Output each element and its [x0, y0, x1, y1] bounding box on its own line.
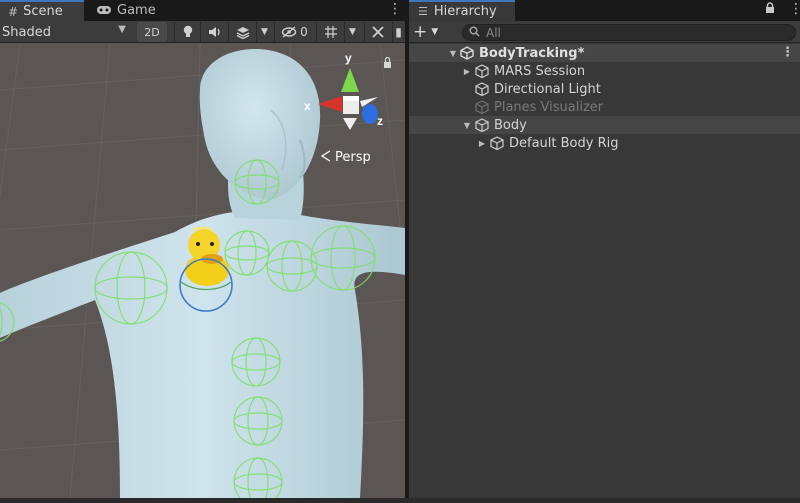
audio-toggle-button[interactable] [200, 22, 228, 42]
lock-icon[interactable] [765, 2, 775, 17]
hierarchy-search [462, 24, 796, 41]
item-label: Directional Light [494, 81, 601, 97]
foldout-collapsed-icon: ▶ [463, 66, 471, 76]
tab-game[interactable]: Game [88, 0, 158, 21]
lightbulb-icon [183, 25, 192, 37]
gameobject-cube-icon [475, 100, 489, 114]
foldout-expanded-icon: ▼ [449, 48, 457, 58]
hierarchy-item-planes-visualizer[interactable]: Planes Visualizer [409, 98, 800, 116]
hierarchy-window-menu-icon[interactable]: ⋮ [789, 1, 800, 17]
gizmo-tools-button[interactable] [364, 22, 390, 42]
tools-icon [371, 26, 384, 38]
item-label: MARS Session [494, 63, 586, 79]
scene-visibility-toggle[interactable]: 0 [274, 22, 314, 42]
gameobject-cube-icon [475, 82, 489, 96]
projection-label: Persp [335, 150, 371, 165]
scene-viewport[interactable]: y x z Persp [0, 44, 405, 498]
2d-toggle-button[interactable]: 2D [137, 22, 167, 42]
lighting-toggle-button[interactable] [174, 22, 200, 42]
hierarchy-tree: ▼ BodyTracking* ⋮ ▶ MARS Session Directi… [409, 44, 800, 152]
scene-window: # Scene Game ⋮ Shaded ▼ 2D ▼ 0 ▼ ▮ y x z… [0, 0, 405, 498]
hierarchy-toolbar: + ▼ [409, 21, 800, 43]
gizmo-axis-y-label: y [345, 51, 352, 65]
search-icon [469, 26, 480, 40]
scene-root-row[interactable]: ▼ BodyTracking* ⋮ [409, 44, 800, 62]
item-label: Planes Visualizer [494, 99, 604, 115]
gizmo-axis-z-label: z [377, 114, 383, 128]
2d-toggle-label: 2D [144, 25, 160, 39]
chevron-down-icon: ▼ [118, 24, 126, 35]
scene-toolbar: Shaded ▼ 2D ▼ 0 ▼ ▮ [0, 21, 405, 43]
foldout-expanded-icon: ▼ [463, 120, 471, 130]
hierarchy-item-mars-session[interactable]: ▶ MARS Session [409, 62, 800, 80]
gameobject-cube-icon [475, 118, 489, 132]
hierarchy-item-body[interactable]: ▼ Body [409, 116, 800, 134]
plus-icon: + [413, 22, 428, 42]
hierarchy-item-default-body-rig[interactable]: ▶ Default Body Rig [409, 134, 800, 152]
gameobject-cube-icon [490, 136, 504, 150]
shading-mode-dropdown[interactable]: Shaded ▼ [2, 23, 130, 41]
grid-snap-icon [324, 26, 337, 38]
scene-window-menu-icon[interactable]: ⋮ [388, 1, 402, 17]
eye-slash-icon [281, 26, 297, 38]
grid-dropdown-icon[interactable]: ▼ [344, 22, 360, 42]
hidden-objects-count: 0 [300, 25, 308, 39]
tab-scene[interactable]: # Scene [0, 0, 84, 21]
effects-dropdown-icon[interactable]: ▼ [256, 22, 272, 42]
tab-scene-label: Scene [23, 4, 63, 19]
toolbar-overflow-icon[interactable]: ▮ [392, 22, 404, 42]
search-input[interactable] [486, 25, 786, 40]
tab-hierarchy[interactable]: ☰ Hierarchy [409, 0, 515, 21]
chevron-down-icon: ▼ [431, 27, 439, 37]
speaker-icon [208, 27, 220, 37]
effects-icon [236, 26, 249, 39]
gizmo-axis-x-label: x [304, 99, 311, 113]
scene-tab-bar: # Scene Game ⋮ [0, 0, 405, 21]
hierarchy-tab-bar: ☰ Hierarchy ⋮ [409, 0, 800, 21]
hierarchy-window: ☰ Hierarchy ⋮ + ▼ ▼ BodyTracking* ⋮ ▶ [409, 0, 800, 498]
list-icon: ☰ [418, 5, 428, 18]
grid-icon: # [8, 4, 19, 19]
shading-mode-value: Shaded [2, 24, 51, 40]
effects-toggle-button[interactable] [228, 22, 256, 42]
unity-scene-icon [460, 46, 474, 60]
item-label: Default Body Rig [509, 135, 619, 151]
tab-hierarchy-label: Hierarchy [433, 4, 497, 19]
scene-menu-icon[interactable]: ⋮ [781, 45, 794, 60]
create-object-button[interactable]: + ▼ [413, 22, 443, 42]
tab-game-label: Game [117, 3, 156, 18]
grid-toggle-button[interactable] [316, 22, 344, 42]
hierarchy-item-directional-light[interactable]: Directional Light [409, 80, 800, 98]
bottom-panel-edge [0, 498, 800, 503]
gameobject-cube-icon [475, 64, 489, 78]
gamepad-icon [96, 4, 112, 18]
scene-name: BodyTracking* [479, 45, 585, 61]
foldout-collapsed-icon: ▶ [478, 138, 486, 148]
item-label: Body [494, 117, 527, 133]
